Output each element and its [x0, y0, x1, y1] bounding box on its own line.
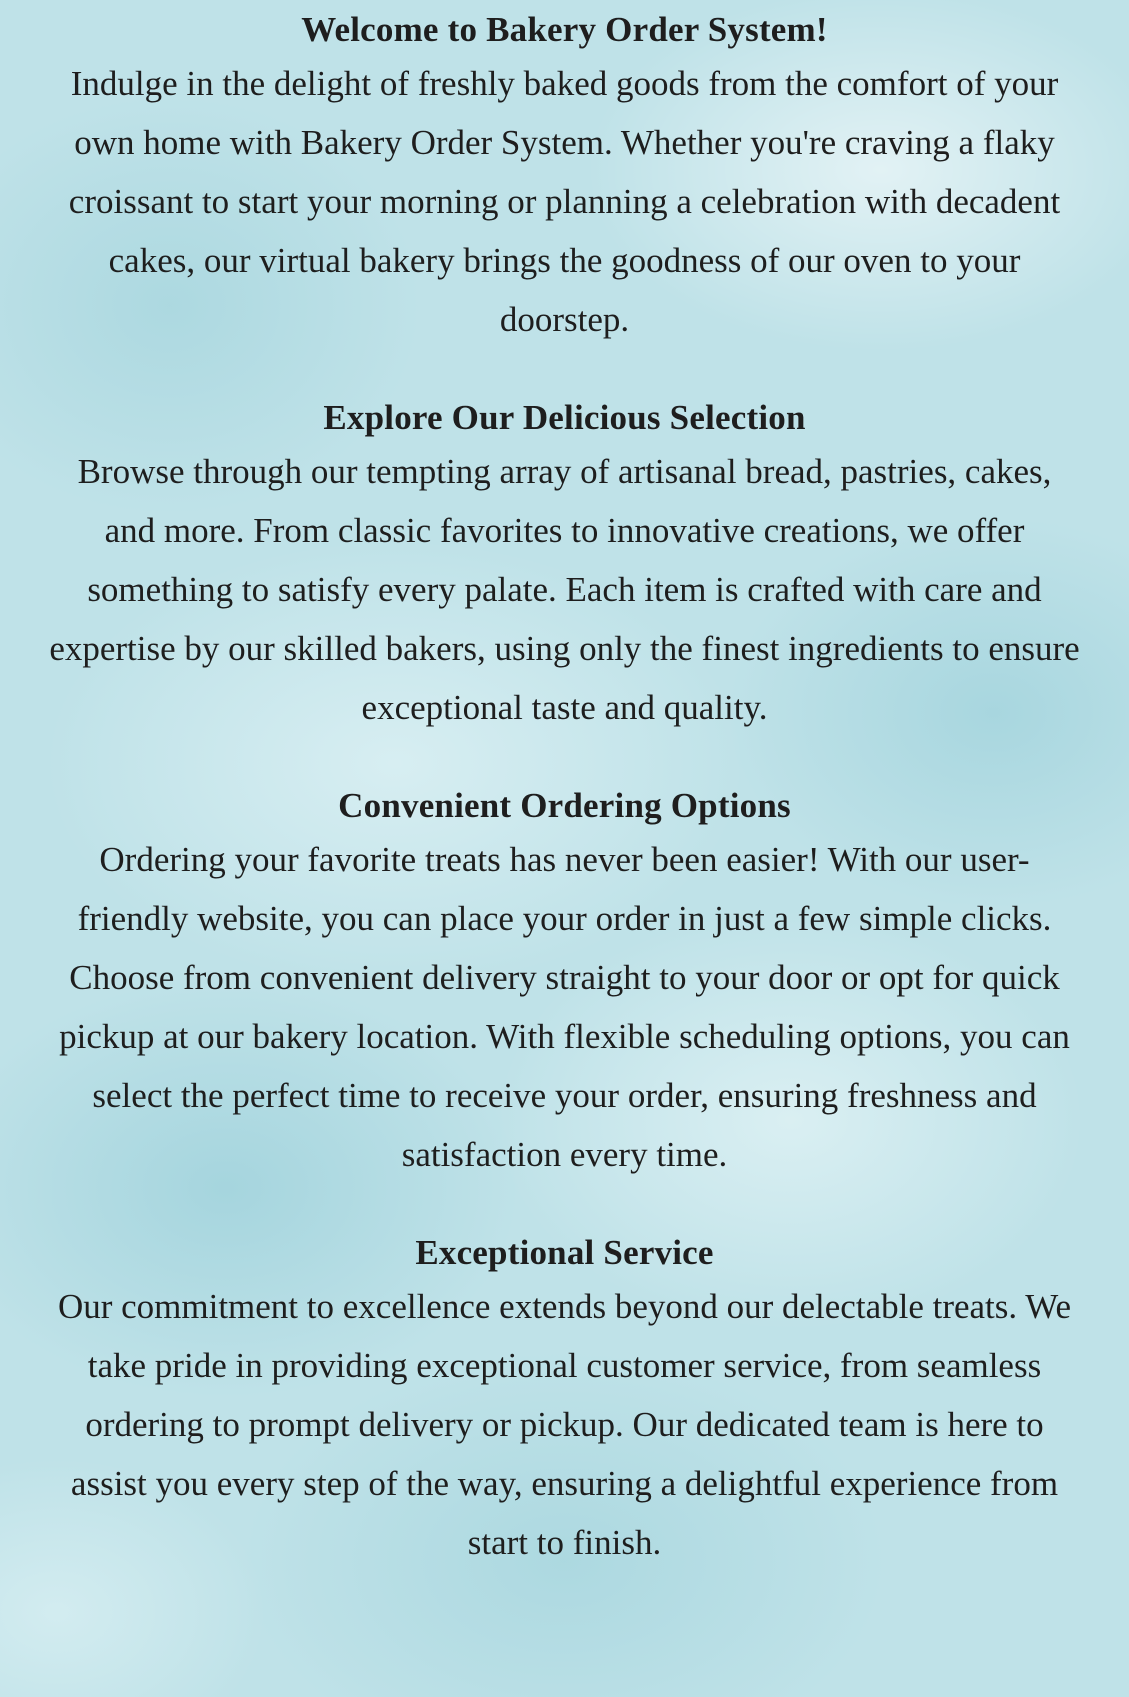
ordering-heading: Convenient Ordering Options — [338, 786, 791, 825]
text-line: Choose from convenient delivery straight… — [69, 958, 1060, 997]
welcome-section: Welcome to Bakery Order System! Indulge … — [0, 6, 1129, 349]
text-line: and more. From classic favorites to inno… — [104, 511, 1025, 550]
text-line: doorstep. — [499, 300, 630, 339]
text-line: satisfaction every time. — [401, 1135, 728, 1174]
text-line: exceptional taste and quality. — [361, 688, 768, 727]
selection-paragraph: Browse through our tempting array of art… — [0, 442, 1129, 737]
welcome-heading: Welcome to Bakery Order System! — [301, 10, 828, 49]
text-line: Ordering your favorite treats has never … — [99, 840, 1030, 879]
text-line: something to satisfy every palate. Each … — [87, 570, 1042, 609]
service-paragraph: Our commitment to excellence extends bey… — [0, 1277, 1129, 1572]
text-line: assist you every step of the way, ensuri… — [70, 1464, 1059, 1503]
ordering-section: Convenient Ordering Options Ordering you… — [0, 782, 1129, 1184]
text-line: start to finish. — [467, 1523, 662, 1562]
text-line: select the perfect time to receive your … — [92, 1076, 1037, 1115]
welcome-paragraph: Indulge in the delight of freshly baked … — [0, 54, 1129, 349]
service-section: Exceptional Service Our commitment to ex… — [0, 1229, 1129, 1572]
content-area: Welcome to Bakery Order System! Indulge … — [0, 6, 1129, 1617]
text-line: cakes, our virtual bakery brings the goo… — [108, 241, 1021, 280]
ordering-paragraph: Ordering your favorite treats has never … — [0, 830, 1129, 1184]
selection-section: Explore Our Delicious Selection Browse t… — [0, 394, 1129, 737]
text-line: own home with Bakery Order System. Wheth… — [74, 123, 1055, 162]
service-heading: Exceptional Service — [415, 1233, 714, 1272]
text-line: friendly website, you can place your ord… — [77, 899, 1052, 938]
text-line: Our commitment to excellence extends bey… — [57, 1287, 1072, 1326]
text-line: Browse through our tempting array of art… — [77, 452, 1052, 491]
text-line: ordering to prompt delivery or pickup. O… — [85, 1405, 1044, 1444]
selection-heading: Explore Our Delicious Selection — [323, 398, 806, 437]
text-line: pickup at our bakery location. With flex… — [59, 1017, 1070, 1056]
text-line: expertise by our skilled bakers, using o… — [49, 629, 1080, 668]
text-line: Indulge in the delight of freshly baked … — [70, 64, 1059, 103]
text-line: take pride in providing exceptional cust… — [87, 1346, 1042, 1385]
text-line: croissant to start your morning or plann… — [68, 182, 1061, 221]
